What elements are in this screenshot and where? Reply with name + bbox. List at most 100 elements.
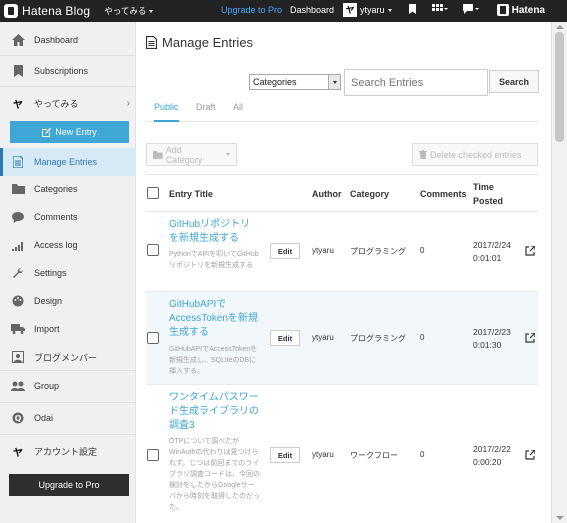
search-button[interactable]: Search xyxy=(489,70,539,93)
entry-title-link[interactable]: ワンタイムパスワード生成ライブラリの調査3 xyxy=(169,391,259,433)
document-icon xyxy=(11,155,25,169)
row-checkbox[interactable] xyxy=(147,332,159,344)
category-select[interactable]: Categories xyxy=(249,74,341,90)
divider xyxy=(0,434,136,435)
sidebar-item-group[interactable]: Group xyxy=(0,372,136,400)
chevron-down-icon xyxy=(387,8,392,12)
entry-category: プログラミング xyxy=(350,247,406,256)
sidebar-item-subscriptions[interactable]: Subscriptions xyxy=(0,57,136,85)
sidebar-item-label: Comments xyxy=(34,212,78,222)
odai-icon: Q xyxy=(11,411,25,425)
document-icon xyxy=(146,36,157,49)
chevron-right-icon: › xyxy=(126,97,130,109)
sidebar-item-label: Manage Entries xyxy=(34,157,98,167)
sidebar-item-import[interactable]: Import xyxy=(0,315,136,343)
delete-checked-button[interactable]: Delete checked entries xyxy=(412,143,538,166)
hatena-link[interactable]: Hatena xyxy=(496,4,545,16)
sidebar-upgrade-button[interactable]: Upgrade to Pro xyxy=(9,474,129,496)
entry-excerpt: OTPについて調べたがWinAuthの代わりは見つけられず。じつは前回までのライ… xyxy=(169,438,260,511)
add-category-button[interactable]: Add Category xyxy=(146,143,237,166)
new-entry-label: New Entry xyxy=(55,127,97,137)
blog-avatar-icon: ヤ xyxy=(13,99,23,111)
entry-date: 2017/2/22 xyxy=(473,444,511,454)
edit-button[interactable]: Edit xyxy=(270,447,300,463)
sidebar-item-odai[interactable]: Q Odai xyxy=(0,404,136,432)
page-title-text: Manage Entries xyxy=(162,35,254,50)
sidebar-item-label: Odai xyxy=(34,413,54,423)
entry-time: 0:00:20 xyxy=(473,457,502,467)
column-author[interactable]: Author xyxy=(312,189,342,199)
sidebar-item-label: Subscriptions xyxy=(34,66,89,76)
entry-time: 0:01:30 xyxy=(473,340,502,350)
sidebar-item-design[interactable]: Design xyxy=(0,287,136,315)
scroll-up-arrow[interactable] xyxy=(556,25,564,29)
select-all-checkbox[interactable] xyxy=(147,187,159,199)
sidebar-item-label: ブログメンバー xyxy=(34,352,98,363)
entry-date: 2017/2/24 xyxy=(473,240,511,250)
edit-button[interactable]: Edit xyxy=(270,243,300,259)
scroll-down-arrow[interactable] xyxy=(556,516,564,520)
entry-time: 0:01:01 xyxy=(473,253,502,263)
entry-category: プログラミング xyxy=(350,334,406,343)
sidebar-item-access-log[interactable]: Access log xyxy=(0,231,136,259)
sidebar-item-settings[interactable]: Settings xyxy=(0,259,136,287)
sidebar-item-blog-members[interactable]: ブログメンバー xyxy=(0,343,136,371)
row-checkbox[interactable] xyxy=(147,449,159,461)
page-scrollbar[interactable] xyxy=(551,22,567,523)
home-icon xyxy=(11,33,25,47)
sidebar-item-dashboard[interactable]: Dashboard xyxy=(0,26,136,54)
external-link-icon[interactable] xyxy=(525,332,536,343)
table-row: ワンタイムパスワード生成ライブラリの調査3 OTPについて調べたがWinAuth… xyxy=(146,385,538,523)
page-title: Manage Entries xyxy=(146,35,253,50)
bookmark-icon[interactable] xyxy=(408,4,417,17)
sidebar-item-label: Categories xyxy=(34,184,78,194)
column-entry-title[interactable]: Entry Title xyxy=(169,189,213,199)
sidebar-item-comments[interactable]: Comments xyxy=(0,203,136,231)
sidebar-item-blog[interactable]: ヤ やってみる › xyxy=(0,89,136,117)
user-menu[interactable]: ヤ ytyaru xyxy=(343,3,392,17)
hatena-blog-logo[interactable]: Hatena Blog xyxy=(4,4,90,18)
tab-public[interactable]: Public xyxy=(154,102,179,122)
tab-draft[interactable]: Draft xyxy=(196,102,216,122)
entry-title-link[interactable]: GitHubAPIでAccessTokenを新規生成する xyxy=(169,298,259,340)
entry-author: ytyaru xyxy=(312,450,334,459)
svg-text:Q: Q xyxy=(15,414,22,423)
apps-grid-icon[interactable] xyxy=(432,4,448,17)
tab-all[interactable]: All xyxy=(233,102,243,122)
blog-selector[interactable]: やってみる xyxy=(104,5,154,17)
entry-title-link[interactable]: GitHubリポジトリを新規生成する xyxy=(169,218,259,246)
username: ytyaru xyxy=(360,5,385,15)
column-time-posted-1[interactable]: Time xyxy=(473,182,494,192)
scrollbar-thumb[interactable] xyxy=(555,32,564,142)
divider xyxy=(0,55,136,56)
external-link-icon[interactable] xyxy=(525,449,536,460)
trash-icon xyxy=(419,150,427,159)
notifications-icon[interactable] xyxy=(463,4,479,17)
edit-button[interactable]: Edit xyxy=(270,330,300,346)
upgrade-to-pro-link[interactable]: Upgrade to Pro xyxy=(221,5,282,15)
divider xyxy=(0,86,136,87)
sidebar-item-manage-entries[interactable]: Manage Entries xyxy=(0,148,136,176)
row-checkbox[interactable] xyxy=(147,244,159,256)
hatena-logo-icon xyxy=(4,4,18,18)
table-header: Entry Title Author Category Comments Tim… xyxy=(146,174,538,212)
column-comments[interactable]: Comments xyxy=(420,189,467,199)
entry-comments: 0 xyxy=(420,246,425,255)
dashboard-link[interactable]: Dashboard xyxy=(290,5,334,15)
new-entry-button[interactable]: New Entry xyxy=(10,121,129,143)
divider xyxy=(0,370,136,371)
chevron-down-icon xyxy=(328,75,340,89)
column-time-posted-2[interactable]: Posted xyxy=(473,196,503,206)
table-row: GitHubAPIでAccessTokenを新規生成する GitHubAPIでA… xyxy=(146,292,538,385)
sidebar-item-account-settings[interactable]: ヤ アカウント設定 xyxy=(0,437,136,465)
search-input[interactable] xyxy=(344,69,488,96)
entry-excerpt: GitHubAPIでAccessTokenを新規生成し、SQLiteのDBに挿入… xyxy=(169,346,258,375)
sidebar-item-label: アカウント設定 xyxy=(34,446,98,457)
hatena-mark-icon xyxy=(496,4,509,16)
hatena-label: Hatena xyxy=(511,4,545,16)
column-category[interactable]: Category xyxy=(350,189,389,199)
truck-icon xyxy=(11,322,25,336)
folder-icon xyxy=(153,150,163,159)
external-link-icon[interactable] xyxy=(525,245,536,256)
sidebar-item-categories[interactable]: Categories xyxy=(0,175,136,203)
